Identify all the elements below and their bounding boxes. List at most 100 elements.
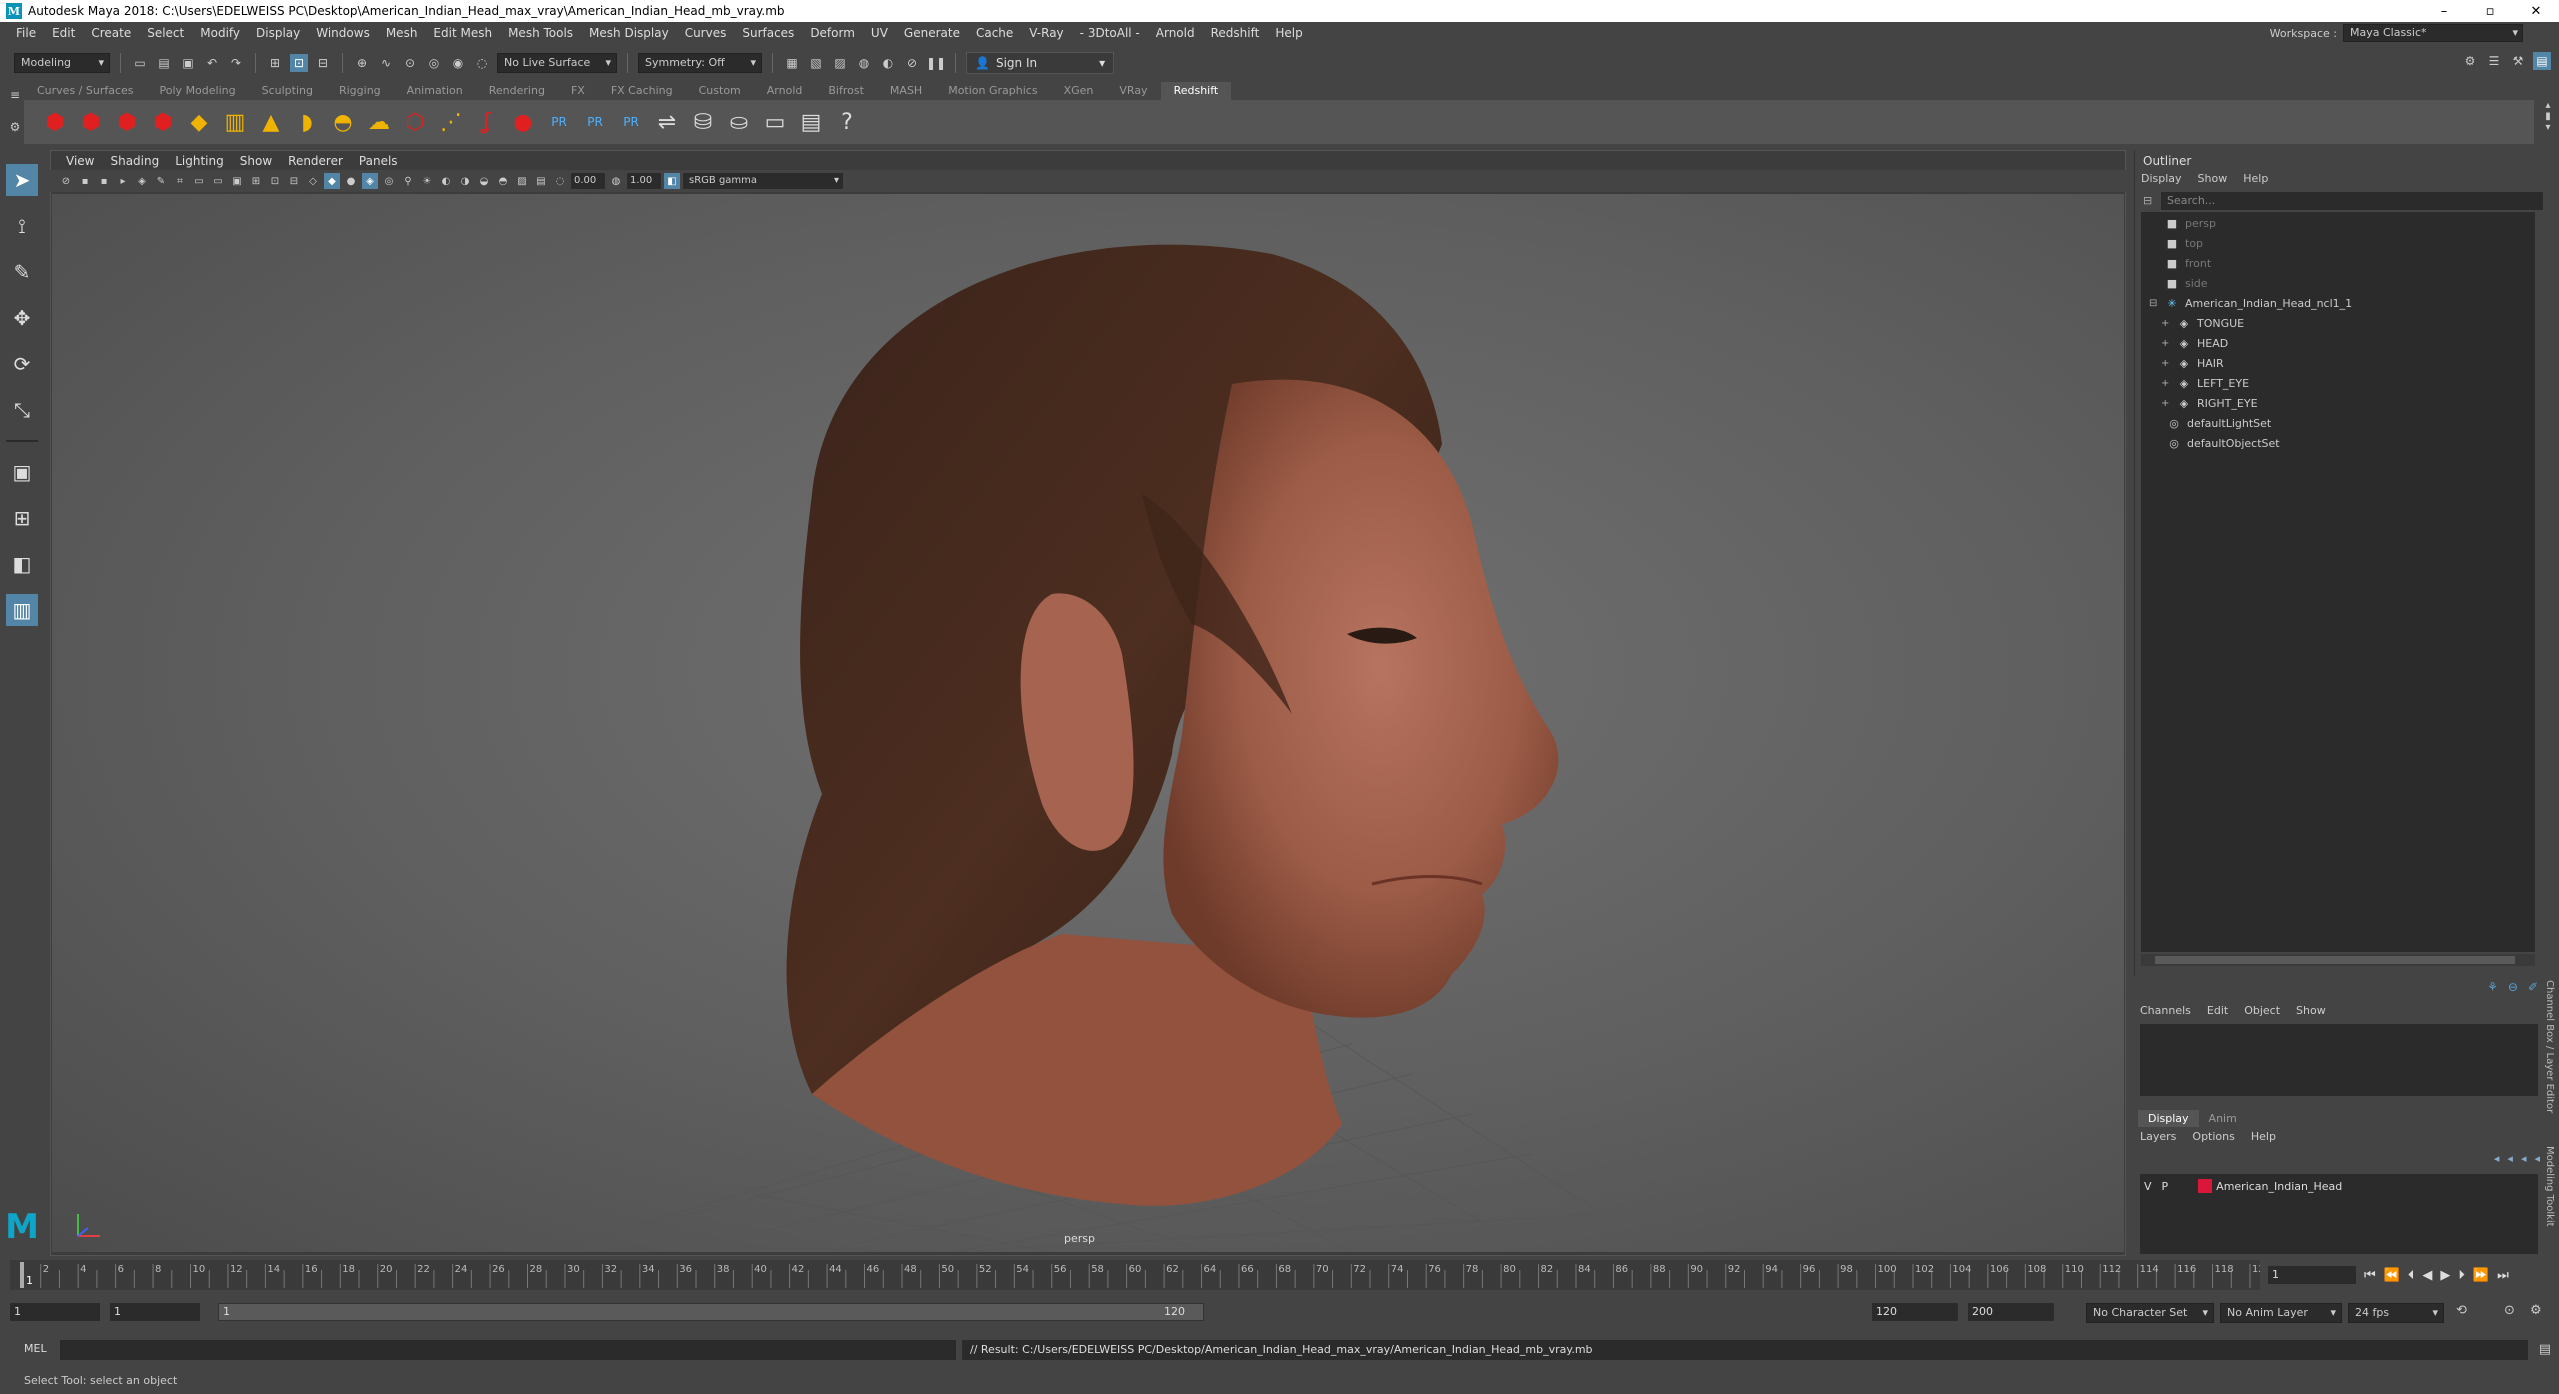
vertical-tab-channel-box[interactable]: Channel Box / Layer Editor bbox=[2544, 980, 2555, 1113]
close-button[interactable]: ✕ bbox=[2513, 0, 2559, 22]
redshift-environment-icon[interactable]: ⛁ bbox=[688, 107, 718, 137]
menu-help[interactable]: Help bbox=[1267, 26, 1310, 40]
viewport-menu-view[interactable]: View bbox=[58, 154, 102, 168]
step-forward-key-icon[interactable]: ⏩ bbox=[2473, 1268, 2489, 1283]
tree-item-head[interactable]: + ◈ HEAD bbox=[2161, 334, 2228, 352]
tree-item-default-light-set[interactable]: ◎ defaultLightSet bbox=[2167, 414, 2271, 432]
outliner-layout-icon[interactable]: ◧ bbox=[6, 548, 38, 580]
vertical-tab-modeling-toolkit[interactable]: Modeling Toolkit bbox=[2544, 1146, 2555, 1227]
viewport-menu-shading[interactable]: Shading bbox=[102, 154, 167, 168]
script-editor-icon[interactable]: ▤ bbox=[2539, 1342, 2551, 1357]
channel-menu-show[interactable]: Show bbox=[2296, 1004, 2326, 1017]
redshift-light-icon[interactable]: ◆ bbox=[184, 107, 214, 137]
filter-icon[interactable]: ⊟ bbox=[2143, 194, 2152, 207]
shelf-tab-animation[interactable]: Animation bbox=[394, 82, 476, 100]
layer-row[interactable]: V P American_Indian_Head bbox=[2144, 1178, 2342, 1194]
select-hierarchy-icon[interactable]: ⊞ bbox=[266, 54, 284, 72]
menu-generate[interactable]: Generate bbox=[896, 26, 968, 40]
outliner-menu-show[interactable]: Show bbox=[2198, 172, 2228, 185]
redshift-script-icon[interactable]: ▭ bbox=[760, 107, 790, 137]
new-layer-icon[interactable]: ◂ bbox=[2521, 1152, 2527, 1165]
redshift-proxy-icon[interactable]: ʆ bbox=[472, 107, 502, 137]
shelf-tab-rigging[interactable]: Rigging bbox=[326, 82, 394, 100]
shelf-tab-arnold[interactable]: Arnold bbox=[754, 82, 816, 100]
outliner-menu-help[interactable]: Help bbox=[2243, 172, 2268, 185]
open-scene-icon[interactable]: ▤ bbox=[155, 54, 173, 72]
new-scene-icon[interactable]: ▭ bbox=[131, 54, 149, 72]
xray-joints-icon[interactable]: ⚲ bbox=[400, 173, 416, 189]
shelf-tab-curves-surfaces[interactable]: Curves / Surfaces bbox=[24, 82, 147, 100]
menu-select[interactable]: Select bbox=[139, 26, 192, 40]
outliner-menu-display[interactable]: Display bbox=[2141, 172, 2182, 185]
expand-icon[interactable]: + bbox=[2161, 398, 2171, 409]
redshift-spot-light-icon[interactable]: ▲ bbox=[256, 107, 286, 137]
camera-attributes-icon[interactable]: ▪ bbox=[77, 173, 93, 189]
redshift-dome-light-icon[interactable]: ◓ bbox=[328, 107, 358, 137]
layer-tab-anim[interactable]: Anim bbox=[2199, 1110, 2247, 1127]
sign-in-button[interactable]: 👤 Sign In ▾ bbox=[966, 52, 1115, 74]
redshift-mesh-light-icon[interactable]: ⬡ bbox=[400, 107, 430, 137]
motion-blur-icon[interactable]: ◒ bbox=[476, 173, 492, 189]
rotate-tool-icon[interactable]: ⟳ bbox=[6, 348, 38, 380]
playback-start-field[interactable]: 1 bbox=[110, 1303, 200, 1321]
menu-file[interactable]: File bbox=[8, 26, 44, 40]
redshift-render-view-icon[interactable]: ⬢ bbox=[40, 107, 70, 137]
redshift-ipr-icon[interactable]: ⬢ bbox=[112, 107, 142, 137]
bookmark-icon[interactable]: ▪ bbox=[96, 173, 112, 189]
auto-key-icon[interactable]: ⊙ bbox=[2504, 1303, 2515, 1318]
viewport-menu-panels[interactable]: Panels bbox=[351, 154, 406, 168]
menu-vray[interactable]: V-Ray bbox=[1021, 26, 1071, 40]
select-camera-icon[interactable]: ⊘ bbox=[58, 173, 74, 189]
redshift-ies-light-icon[interactable]: ⋰ bbox=[436, 107, 466, 137]
expand-icon[interactable]: + bbox=[2161, 318, 2171, 329]
layer-menu-help[interactable]: Help bbox=[2251, 1130, 2276, 1143]
render-settings-icon[interactable]: ◍ bbox=[855, 54, 873, 72]
depth-of-field-icon[interactable]: ▨ bbox=[514, 173, 530, 189]
hypershade-icon[interactable]: ◐ bbox=[879, 54, 897, 72]
shadows-icon[interactable]: ◐ bbox=[438, 173, 454, 189]
tree-item-side[interactable]: ■ side bbox=[2165, 274, 2208, 292]
shelf-tab-motion-graphics[interactable]: Motion Graphics bbox=[935, 82, 1050, 100]
menu-3dtoall[interactable]: - 3DtoAll - bbox=[1072, 26, 1148, 40]
step-back-frame-icon[interactable]: ⏴ bbox=[2408, 1268, 2415, 1283]
redshift-render-icon[interactable]: ⬢ bbox=[76, 107, 106, 137]
redshift-pr-import-icon[interactable]: PR bbox=[616, 107, 646, 137]
scroll-thumb[interactable] bbox=[2155, 956, 2515, 964]
outliner-horizontal-scrollbar[interactable] bbox=[2141, 954, 2535, 966]
snap-view-icon[interactable]: ◉ bbox=[449, 54, 467, 72]
new-layer-selected-icon[interactable]: ◂ bbox=[2534, 1152, 2540, 1165]
channel-box-edit-icon[interactable]: ✐ bbox=[2528, 980, 2538, 994]
lasso-tool-icon[interactable]: ⟟ bbox=[6, 210, 38, 242]
shelf-scroll-bar-icon[interactable]: ▮ bbox=[2545, 111, 2551, 122]
menu-edit-mesh[interactable]: Edit Mesh bbox=[425, 26, 500, 40]
channel-menu-object[interactable]: Object bbox=[2244, 1004, 2280, 1017]
menu-edit[interactable]: Edit bbox=[44, 26, 83, 40]
safe-title-icon[interactable]: ⊟ bbox=[286, 173, 302, 189]
expand-icon[interactable]: + bbox=[2161, 378, 2171, 389]
tree-item-default-object-set[interactable]: ◎ defaultObjectSet bbox=[2167, 434, 2279, 452]
gamma-field[interactable]: 1.00 bbox=[627, 173, 661, 189]
safe-action-icon[interactable]: ⊡ bbox=[267, 173, 283, 189]
shelf-tab-rendering[interactable]: Rendering bbox=[476, 82, 558, 100]
layer-visibility-toggle[interactable]: V bbox=[2144, 1180, 2152, 1193]
redshift-area-light-icon[interactable]: ▥ bbox=[220, 107, 250, 137]
tree-item-right-eye[interactable]: + ◈ RIGHT_EYE bbox=[2161, 394, 2258, 412]
select-tool-icon[interactable]: ➤ bbox=[6, 164, 38, 196]
loop-icon[interactable]: ⟲ bbox=[2456, 1303, 2467, 1318]
shelf-tab-mash[interactable]: MASH bbox=[877, 82, 935, 100]
exposure-icon[interactable]: ◌ bbox=[552, 173, 568, 189]
play-backward-icon[interactable]: ◀ bbox=[2422, 1268, 2432, 1283]
redshift-settings-icon[interactable]: ⬢ bbox=[148, 107, 178, 137]
menu-mesh-tools[interactable]: Mesh Tools bbox=[500, 26, 581, 40]
animation-end-field[interactable]: 200 bbox=[1968, 1303, 2054, 1321]
character-set-dropdown[interactable]: No Character Set bbox=[2086, 1303, 2214, 1323]
smooth-shade-icon[interactable]: ◆ bbox=[324, 173, 340, 189]
current-frame-field[interactable]: 1 bbox=[2268, 1266, 2356, 1284]
snap-grid-icon[interactable]: ⊕ bbox=[353, 54, 371, 72]
shelf-tab-custom[interactable]: Custom bbox=[686, 82, 754, 100]
shelf-tab-sculpting[interactable]: Sculpting bbox=[249, 82, 326, 100]
ipr-render-icon[interactable]: ▨ bbox=[831, 54, 849, 72]
channel-box-attributes-icon[interactable]: ⊖ bbox=[2508, 980, 2518, 994]
paint-select-icon[interactable]: ✎ bbox=[6, 256, 38, 288]
tree-item-tongue[interactable]: + ◈ TONGUE bbox=[2161, 314, 2244, 332]
